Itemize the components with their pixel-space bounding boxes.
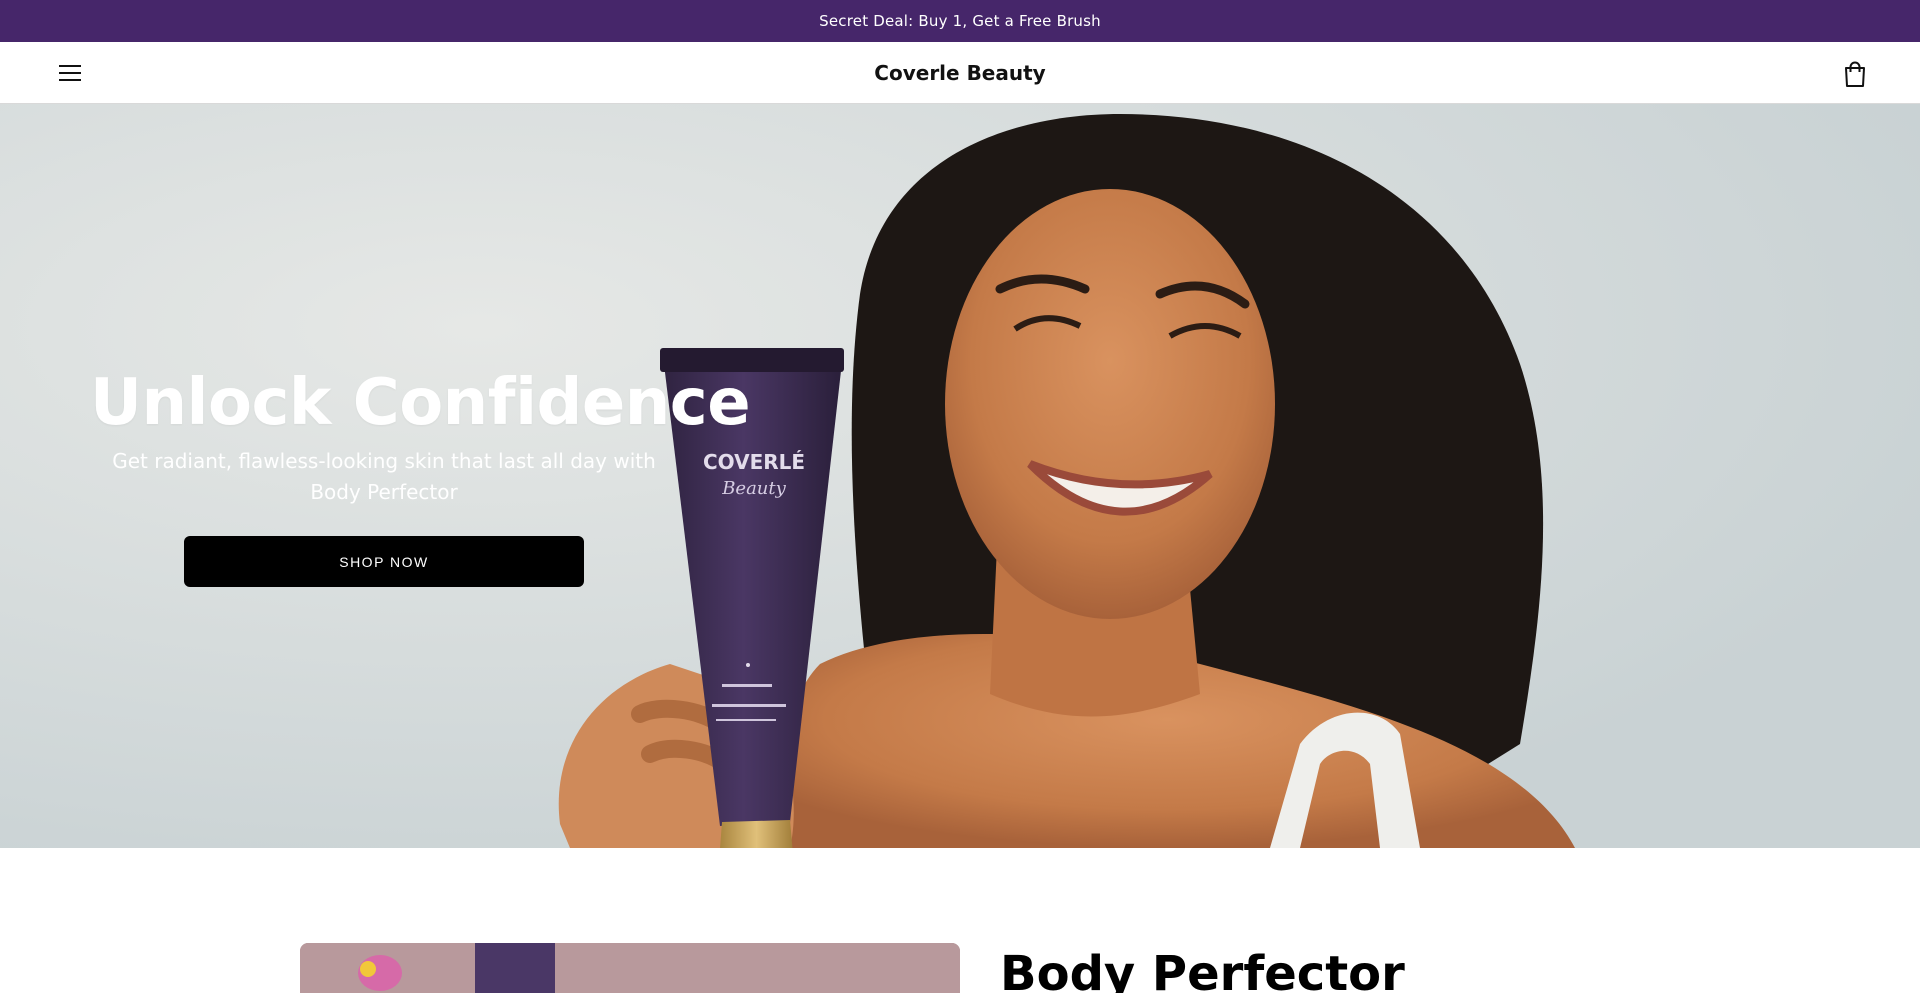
site-header: Coverle Beauty [0,42,1920,104]
featured-image-art [300,943,960,993]
product-brand-label: COVERLÉ [703,450,805,474]
featured-product-title: Body Perfector [1000,946,1405,993]
shop-now-button[interactable]: SHOP NOW [184,536,584,587]
brand-logo[interactable]: Coverle Beauty [874,61,1045,85]
hero-banner: COVERLÉ Beauty Unlock Confidence Get rad… [0,104,1920,848]
announcement-text: Secret Deal: Buy 1, Get a Free Brush [819,12,1101,30]
hero-text-block: Unlock Confidence Get radiant, flawless-… [90,366,751,587]
hero-subtitle: Get radiant, flawless-looking skin that … [112,449,656,504]
hamburger-menu-icon[interactable] [52,58,88,88]
announcement-bar: Secret Deal: Buy 1, Get a Free Brush [0,0,1920,42]
featured-product-section: Body Perfector [0,848,1920,993]
shopping-bag-icon[interactable] [1838,59,1872,89]
featured-product-image[interactable] [300,943,960,993]
product-sub-label: Beauty [721,478,786,499]
hero-title: Unlock Confidence [90,366,751,440]
